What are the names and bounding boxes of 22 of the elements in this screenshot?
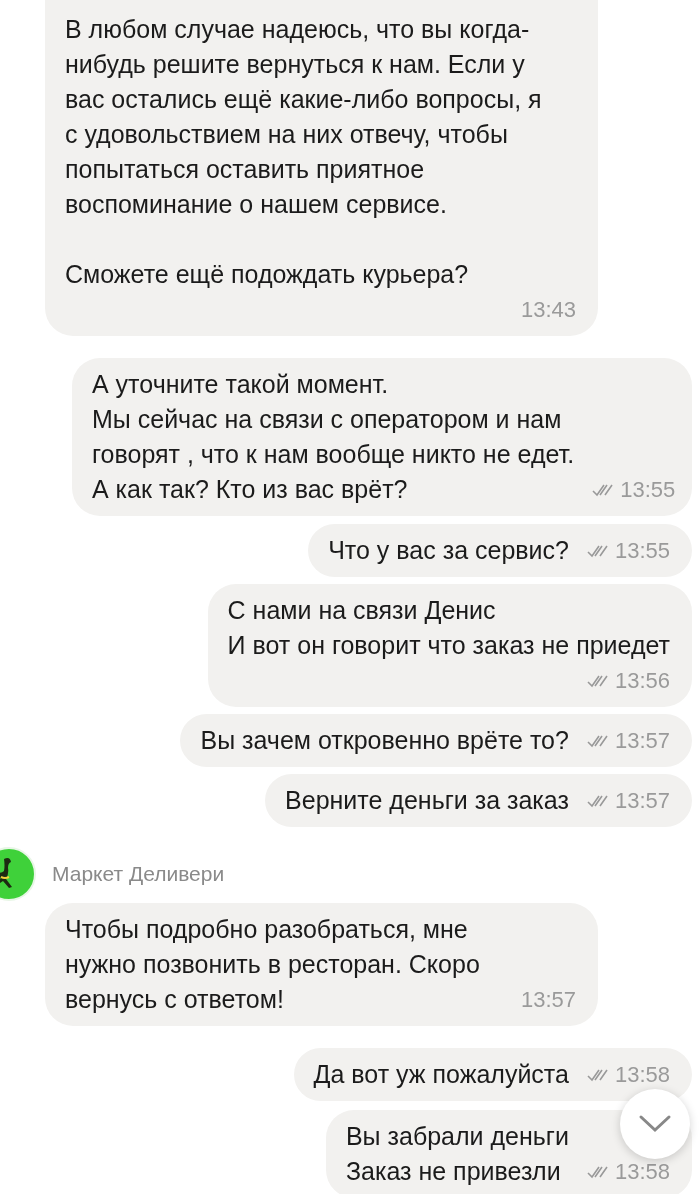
message-text: В любом случае надеюсь, что вы когда- нибудь решите вернуться к нам. Если у вас остались ещё какие-либо вопросы, я с удовольствием на них отвечу, чтобы попытаться оставить приятное воспоминание о нашем сервисе. bbox=[65, 14, 543, 220]
message-text: А уточните такой момент. Мы сейчас на связи с оператором и нам говорят , что к нам вообще никто не едет. А как так? Кто из вас врёт? bbox=[92, 369, 575, 505]
message-text: Верните деньги за заказ bbox=[285, 785, 569, 816]
chevron-down-icon bbox=[638, 1114, 672, 1134]
message-text: Сможете ещё подождать курьера? bbox=[65, 259, 470, 290]
message-text: Вы забрали деньги Заказ не привезли bbox=[345, 1121, 569, 1187]
sender-name: Маркет Деливери bbox=[52, 861, 225, 888]
message-text: Чтобы подробно разобраться, мне нужно позвонить в ресторан. Скоро вернусь с ответом! bbox=[65, 914, 480, 1015]
message-time: 13:57 bbox=[614, 727, 670, 755]
message-text: С нами на связи Денис И вот он говорит что заказ не приедет bbox=[227, 595, 670, 661]
message-time: 13:56 bbox=[614, 667, 670, 695]
message-time: 13:58 bbox=[614, 1158, 670, 1186]
message-time: 13:43 bbox=[520, 296, 576, 324]
message-time: 13:57 bbox=[520, 986, 576, 1014]
message-time: 13:55 bbox=[614, 537, 670, 565]
message-text: Да вот уж пожалуйста bbox=[313, 1059, 569, 1090]
message-time: 13:57 bbox=[614, 787, 670, 815]
message-text: Что у вас за сервис? bbox=[328, 535, 569, 566]
message-text: Вы зачем откровенно врёте то? bbox=[200, 725, 569, 756]
message-time: 13:55 bbox=[620, 476, 676, 504]
message-time: 13:58 bbox=[614, 1061, 670, 1089]
avatar-icon bbox=[0, 847, 36, 901]
